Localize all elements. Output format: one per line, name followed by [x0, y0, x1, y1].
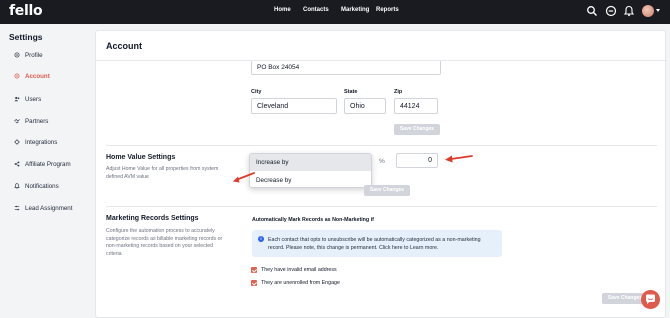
- sidebar-title: Settings: [9, 32, 43, 42]
- bell-icon: [14, 183, 20, 189]
- sidebar-item-label: Integrations: [25, 138, 58, 146]
- integrations-icon: [14, 139, 20, 145]
- option-increase-by[interactable]: Increase by: [250, 154, 371, 171]
- add-circle-icon[interactable]: [605, 5, 617, 17]
- sidebar-item-account[interactable]: Account: [14, 70, 50, 82]
- checkbox-unenrolled-engage[interactable]: They are unenrolled from Engage: [251, 280, 340, 286]
- search-icon[interactable]: [586, 5, 598, 17]
- chevron-down-icon[interactable]: [656, 9, 660, 12]
- users-icon: [14, 96, 20, 102]
- account-settings-card: Account PO Box 24054 City Cleveland Stat…: [95, 30, 667, 318]
- marketing-records-title: Marketing Records Settings: [106, 215, 199, 222]
- percent-symbol: %: [379, 158, 385, 165]
- annotation-arrow-right: [445, 155, 473, 163]
- sidebar-item-partners[interactable]: Partners: [14, 115, 48, 127]
- sidebar-item-label: Affiliate Program: [25, 160, 71, 168]
- sidebar-item-notifications[interactable]: Notifications: [14, 180, 59, 192]
- state-field[interactable]: Ohio: [344, 98, 386, 114]
- info-banner: i Each contact that opts to unsubscribe …: [252, 230, 502, 257]
- state-label: State: [344, 89, 358, 95]
- settings-sidebar: Settings Profile Account Users Partners …: [0, 24, 88, 318]
- sidebar-item-lead-assignment[interactable]: Lead Assignment: [14, 202, 72, 214]
- percent-value-field[interactable]: 0: [396, 153, 438, 168]
- handshake-icon: [14, 118, 20, 124]
- checkbox[interactable]: [251, 267, 257, 273]
- option-decrease-by[interactable]: Decrease by: [250, 172, 371, 189]
- fello-logo[interactable]: fello: [9, 3, 43, 19]
- sidebar-item-affiliate-program[interactable]: Affiliate Program: [14, 158, 71, 170]
- marketing-records-description: Configure the automation process to accu…: [106, 228, 223, 257]
- save-address-button[interactable]: Save Changes: [394, 124, 440, 135]
- page-title: Account: [106, 41, 142, 51]
- sidebar-item-label: Profile: [25, 51, 43, 59]
- address-line-field[interactable]: PO Box 24054: [251, 61, 441, 75]
- chat-icon: [646, 294, 655, 305]
- auto-mark-heading: Automatically Mark Records as Non-Market…: [252, 217, 374, 223]
- adjust-direction-dropdown[interactable]: Increase by Decrease by: [249, 153, 372, 188]
- city-label: City: [251, 89, 262, 95]
- info-banner-text[interactable]: Each contact that opts to unsubscribe wi…: [268, 236, 498, 252]
- gear-icon: [14, 73, 20, 79]
- home-value-title: Home Value Settings: [106, 154, 176, 161]
- checkbox-label: They are unenrolled from Engage: [261, 280, 340, 286]
- sidebar-item-label: Lead Assignment: [25, 204, 73, 212]
- sliders-icon: [14, 205, 20, 211]
- bell-icon[interactable]: [623, 5, 635, 17]
- section-divider: [106, 206, 657, 207]
- save-home-value-button[interactable]: Save Changes: [364, 185, 410, 196]
- gear-icon: [14, 52, 20, 58]
- checkbox-label: They have invalid email address: [261, 267, 337, 273]
- address-line-field-wrap: PO Box 24054: [251, 61, 441, 76]
- annotation-arrow-left: [233, 172, 255, 183]
- share-icon: [14, 161, 20, 167]
- nav-contacts[interactable]: Contacts: [303, 7, 329, 13]
- sidebar-item-label: Partners: [25, 117, 49, 125]
- zip-field[interactable]: 44124: [394, 98, 438, 114]
- top-navbar: fello Home Contacts Marketing Reports: [0, 0, 670, 24]
- user-avatar[interactable]: [642, 5, 654, 17]
- info-icon: i: [258, 236, 264, 242]
- nav-reports[interactable]: Reports: [376, 7, 399, 13]
- nav-home[interactable]: Home: [274, 7, 291, 13]
- sidebar-item-users[interactable]: Users: [14, 93, 41, 105]
- home-value-description: Adjust Home Value for all properties fro…: [106, 166, 219, 180]
- sidebar-item-label: Account: [25, 72, 50, 80]
- checkbox-invalid-email[interactable]: They have invalid email address: [251, 267, 337, 273]
- city-field[interactable]: Cleveland: [251, 98, 337, 114]
- sidebar-item-profile[interactable]: Profile: [14, 49, 43, 61]
- zip-label: Zip: [394, 89, 403, 95]
- chat-launcher-button[interactable]: [641, 290, 660, 309]
- sidebar-item-label: Notifications: [25, 182, 59, 190]
- section-divider: [106, 145, 657, 146]
- sidebar-item-integrations[interactable]: Integrations: [14, 136, 57, 148]
- nav-marketing[interactable]: Marketing: [341, 7, 369, 13]
- sidebar-item-label: Users: [25, 95, 42, 103]
- checkbox[interactable]: [251, 280, 257, 286]
